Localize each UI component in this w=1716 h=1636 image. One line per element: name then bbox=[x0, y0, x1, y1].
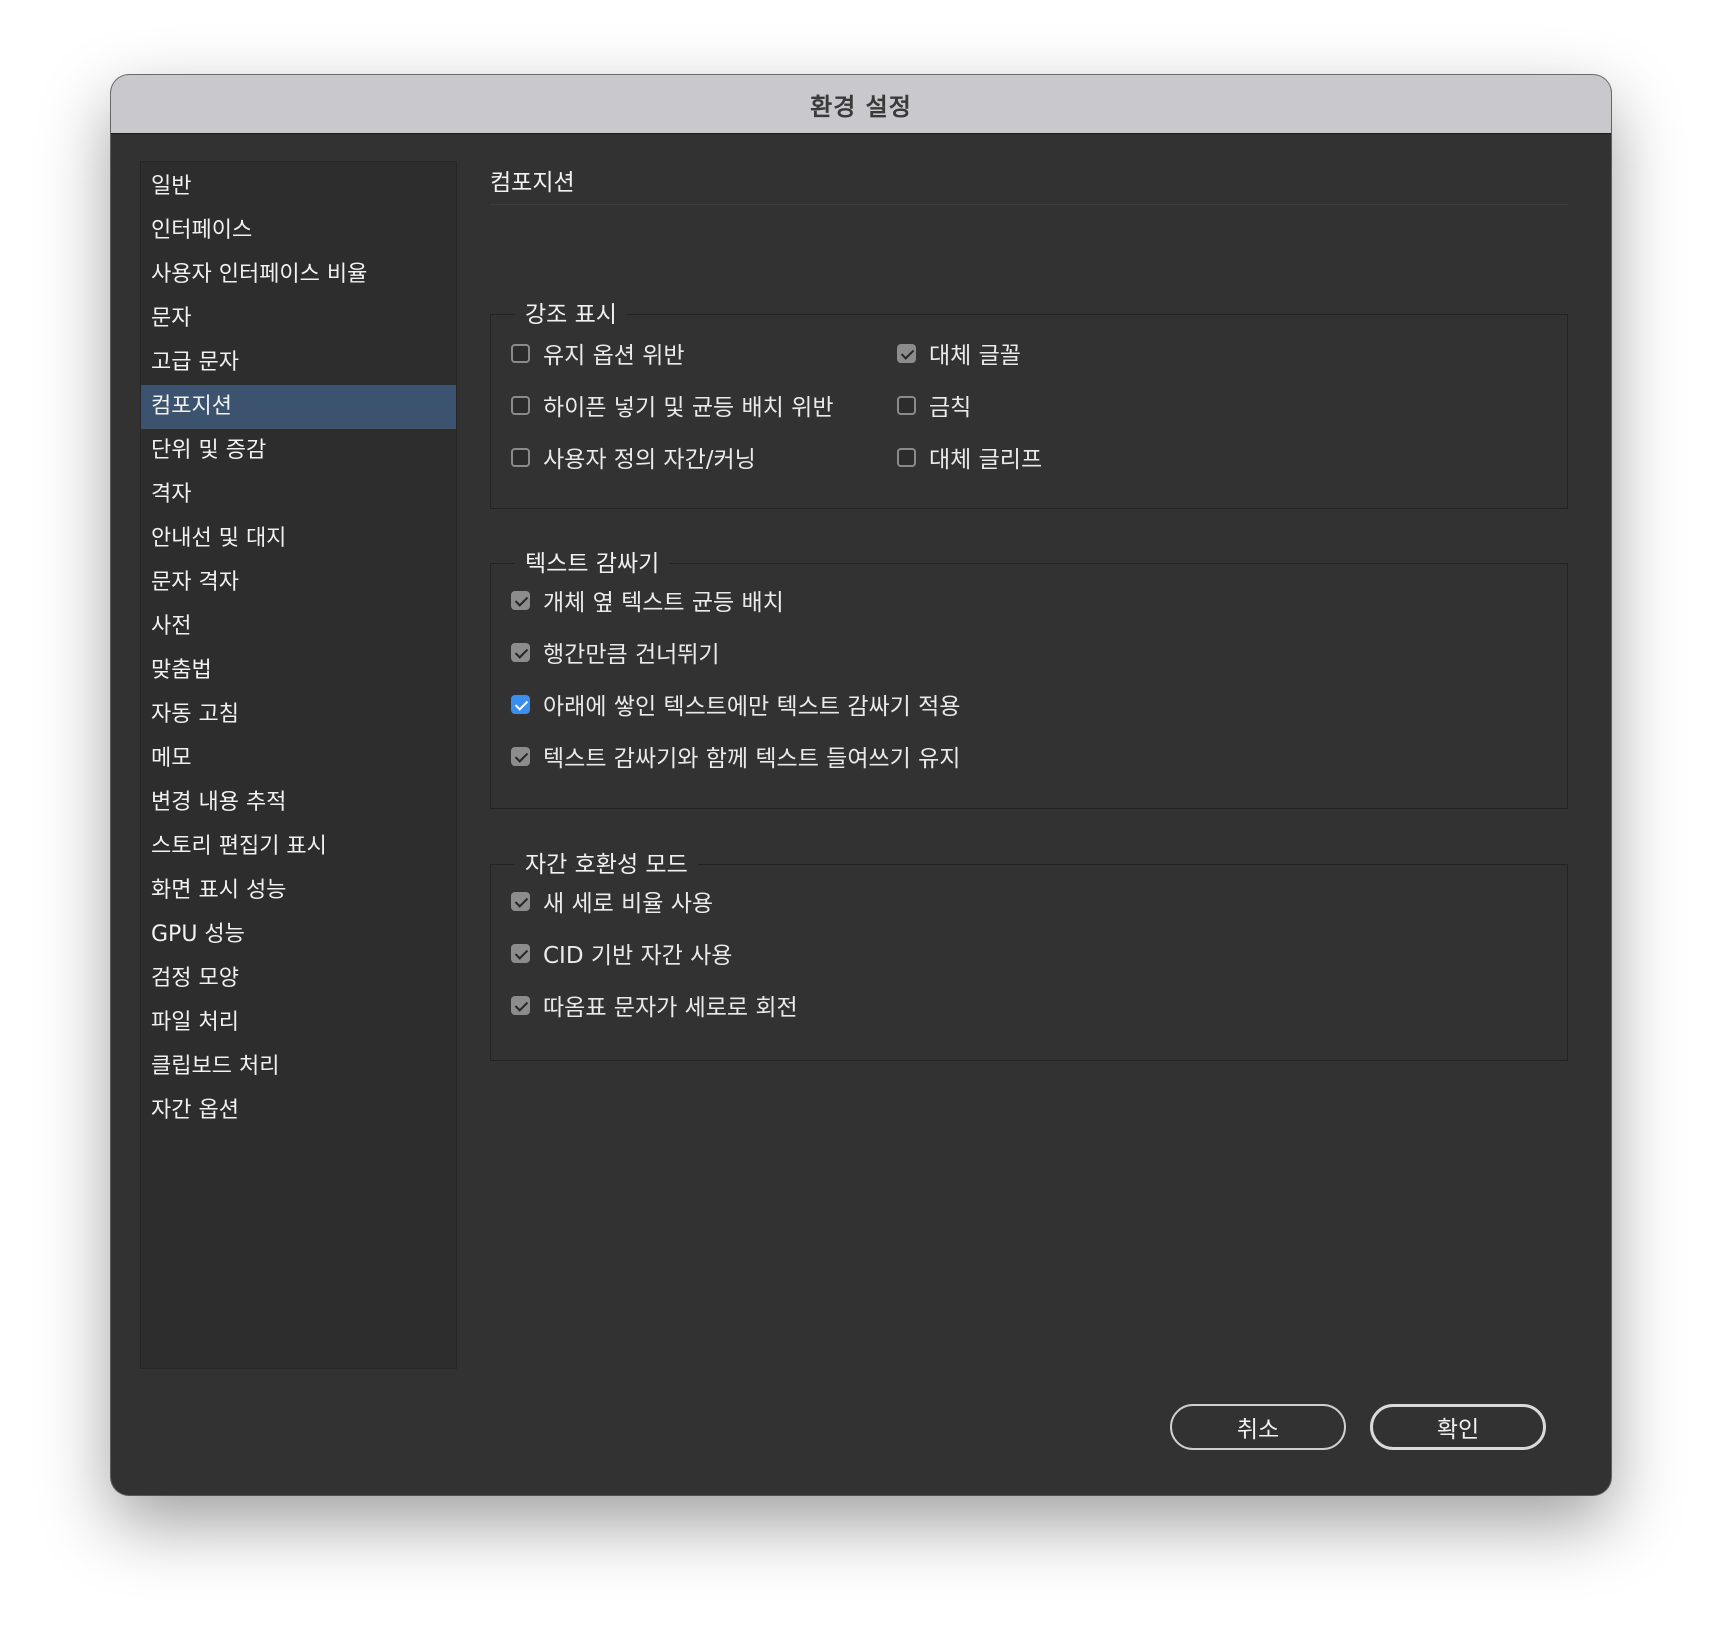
checkbox-icon[interactable] bbox=[511, 343, 530, 363]
checkbox-custom-tracking-kerning[interactable]: 사용자 정의 자간/커닝 bbox=[511, 437, 756, 477]
text-wrap-group-title: 텍스트 감싸기 bbox=[515, 544, 670, 584]
checkbox-label: 대체 글꼴 bbox=[929, 343, 1021, 369]
sidebar-item-display-performance[interactable]: 화면 표시 성능 bbox=[141, 869, 456, 913]
settings-panel: 컴포지션 강조 표시 유지 옵션 위반 대체 글꼴 하이픈 넣기 및 균등 배치… bbox=[490, 161, 1570, 1371]
checkbox-label: 새 세로 비율 사용 bbox=[543, 891, 714, 917]
sidebar-item-composition[interactable]: 컴포지션 bbox=[141, 385, 456, 429]
sidebar-item-units-increments[interactable]: 단위 및 증감 bbox=[141, 429, 456, 473]
checkbox-label: 행간만큼 건너뛰기 bbox=[543, 642, 720, 668]
checkbox-icon[interactable] bbox=[897, 447, 916, 467]
sidebar-item-file-handling[interactable]: 파일 처리 bbox=[141, 1001, 456, 1045]
sidebar-item-mojikumi-options[interactable]: 자간 옵션 bbox=[141, 1089, 456, 1133]
sidebar-item-advanced-type[interactable]: 고급 문자 bbox=[141, 341, 456, 385]
checkbox-wrap-only-text-below[interactable]: 아래에 쌓인 텍스트에만 텍스트 감싸기 적용 bbox=[511, 684, 960, 724]
checkbox-rotate-quotes-vertically[interactable]: 따옴표 문자가 세로로 회전 bbox=[511, 985, 798, 1025]
sidebar-item-type[interactable]: 문자 bbox=[141, 297, 456, 341]
checkbox-skip-by-leading[interactable]: 행간만큼 건너뛰기 bbox=[511, 632, 720, 672]
sidebar-item-frame-grid[interactable]: 문자 격자 bbox=[141, 561, 456, 605]
checkbox-substituted-fonts[interactable]: 대체 글꼴 bbox=[897, 333, 1021, 373]
sidebar-item-story-editor[interactable]: 스토리 편집기 표시 bbox=[141, 825, 456, 869]
checkbox-new-vertical-scaling[interactable]: 새 세로 비율 사용 bbox=[511, 881, 713, 921]
sidebar-item-gpu-performance[interactable]: GPU 성능 bbox=[141, 913, 456, 957]
checkbox-checked-icon[interactable] bbox=[511, 943, 530, 963]
sidebar-item-notes[interactable]: 메모 bbox=[141, 737, 456, 781]
checkbox-label: 사용자 정의 자간/커닝 bbox=[543, 447, 756, 473]
checkbox-label: 금칙 bbox=[929, 395, 972, 421]
checkbox-label: 대체 글리프 bbox=[929, 447, 1043, 473]
sidebar-item-interface[interactable]: 인터페이스 bbox=[141, 209, 456, 253]
sidebar-item-clipboard-handling[interactable]: 클립보드 처리 bbox=[141, 1045, 456, 1089]
checkbox-label: 텍스트 감싸기와 함께 텍스트 들여쓰기 유지 bbox=[543, 746, 961, 772]
sidebar-item-autocorrect[interactable]: 자동 고침 bbox=[141, 693, 456, 737]
checkbox-label: 따옴표 문자가 세로로 회전 bbox=[543, 995, 798, 1021]
sidebar-item-guides-pasteboard[interactable]: 안내선 및 대지 bbox=[141, 517, 456, 561]
title-bar[interactable]: 환경 설정 bbox=[111, 75, 1611, 134]
checkbox-label: CID 기반 자간 사용 bbox=[543, 943, 733, 969]
cancel-button[interactable]: 취소 bbox=[1170, 1404, 1346, 1450]
checkbox-label: 개체 옆 텍스트 균등 배치 bbox=[543, 590, 784, 616]
checkbox-checked-icon[interactable] bbox=[511, 746, 530, 766]
checkbox-checked-icon[interactable] bbox=[511, 694, 530, 714]
page-title: 컴포지션 bbox=[490, 161, 1568, 205]
mojikumi-compat-group: 자간 호환성 모드 새 세로 비율 사용 CID 기반 자간 사용 따옴표 문자… bbox=[490, 845, 1568, 1061]
sidebar-item-ui-scaling[interactable]: 사용자 인터페이스 비율 bbox=[141, 253, 456, 297]
checkbox-hj-violations[interactable]: 하이픈 넣기 및 균등 배치 위반 bbox=[511, 385, 833, 425]
checkbox-keep-indents-with-wrap[interactable]: 텍스트 감싸기와 함께 텍스트 들여쓰기 유지 bbox=[511, 736, 960, 776]
highlight-group-title: 강조 표시 bbox=[515, 295, 627, 335]
checkbox-label: 하이픈 넣기 및 균등 배치 위반 bbox=[543, 395, 834, 421]
checkbox-label: 유지 옵션 위반 bbox=[543, 343, 685, 369]
sidebar-item-dictionary[interactable]: 사전 bbox=[141, 605, 456, 649]
checkbox-icon[interactable] bbox=[897, 395, 916, 415]
ok-button[interactable]: 확인 bbox=[1370, 1404, 1546, 1450]
checkbox-checked-icon[interactable] bbox=[511, 995, 530, 1015]
checkbox-checked-icon[interactable] bbox=[511, 590, 530, 610]
window-title: 환경 설정 bbox=[810, 92, 912, 121]
checkbox-label: 아래에 쌓인 텍스트에만 텍스트 감싸기 적용 bbox=[543, 694, 961, 720]
checkbox-checked-icon[interactable] bbox=[511, 642, 530, 662]
highlight-group: 강조 표시 유지 옵션 위반 대체 글꼴 하이픈 넣기 및 균등 배치 위반 금… bbox=[490, 295, 1568, 509]
checkbox-cid-based-mojikumi[interactable]: CID 기반 자간 사용 bbox=[511, 933, 732, 973]
mojikumi-group-title: 자간 호환성 모드 bbox=[515, 845, 698, 885]
checkbox-kinsoku[interactable]: 금칙 bbox=[897, 385, 971, 425]
checkbox-icon[interactable] bbox=[511, 395, 530, 415]
sidebar-item-appearance-of-black[interactable]: 검정 모양 bbox=[141, 957, 456, 1001]
checkbox-checked-icon[interactable] bbox=[897, 343, 916, 363]
sidebar-item-track-changes[interactable]: 변경 내용 추적 bbox=[141, 781, 456, 825]
checkbox-checked-icon[interactable] bbox=[511, 891, 530, 911]
text-wrap-group: 텍스트 감싸기 개체 옆 텍스트 균등 배치 행간만큼 건너뛰기 아래에 쌓인 … bbox=[490, 544, 1568, 809]
sidebar-item-spelling[interactable]: 맞춤법 bbox=[141, 649, 456, 693]
preferences-dialog: 환경 설정 일반 인터페이스 사용자 인터페이스 비율 문자 고급 문자 컴포지… bbox=[111, 75, 1611, 1495]
checkbox-icon[interactable] bbox=[511, 447, 530, 467]
checkbox-keep-violations[interactable]: 유지 옵션 위반 bbox=[511, 333, 685, 373]
sidebar-item-grids[interactable]: 격자 bbox=[141, 473, 456, 517]
sidebar-item-general[interactable]: 일반 bbox=[141, 165, 456, 209]
category-list[interactable]: 일반 인터페이스 사용자 인터페이스 비율 문자 고급 문자 컴포지션 단위 및… bbox=[140, 161, 457, 1369]
checkbox-substituted-glyphs[interactable]: 대체 글리프 bbox=[897, 437, 1042, 477]
checkbox-justify-next-to-object[interactable]: 개체 옆 텍스트 균등 배치 bbox=[511, 580, 784, 620]
